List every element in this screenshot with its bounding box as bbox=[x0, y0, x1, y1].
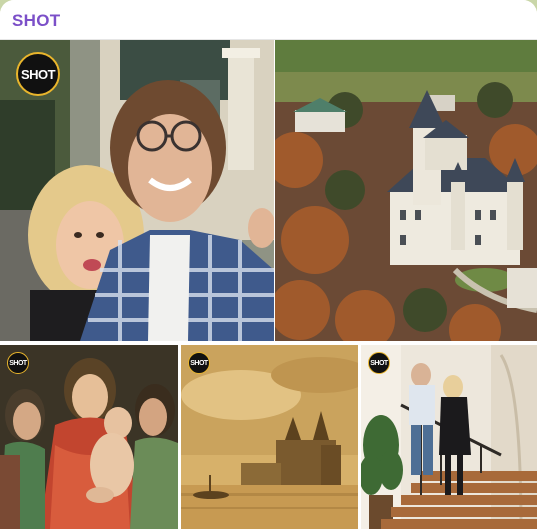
staircase-couple-photo bbox=[361, 345, 537, 529]
message-header: SHOT bbox=[0, 0, 537, 40]
album-photo-2[interactable] bbox=[275, 40, 537, 341]
sepia-castle-painting-photo bbox=[181, 345, 358, 529]
shot-logo-icon: SHOT bbox=[368, 352, 390, 374]
shot-logo-icon: SHOT bbox=[188, 352, 210, 374]
message-card: SHOT SHOT SHOT SHOT SHOT bbox=[0, 0, 537, 529]
album-photo-1[interactable]: SHOT bbox=[0, 40, 274, 341]
renaissance-painting-photo bbox=[0, 345, 178, 529]
castle-aerial-photo bbox=[275, 40, 537, 341]
shot-logo-icon: SHOT bbox=[16, 52, 60, 96]
album-photo-3[interactable]: SHOT bbox=[0, 345, 178, 529]
album-photo-4[interactable]: SHOT bbox=[181, 345, 358, 529]
shot-logo-icon: SHOT bbox=[7, 352, 29, 374]
channel-name[interactable]: SHOT bbox=[12, 11, 60, 31]
album-photo-5[interactable]: SHOT bbox=[361, 345, 537, 529]
